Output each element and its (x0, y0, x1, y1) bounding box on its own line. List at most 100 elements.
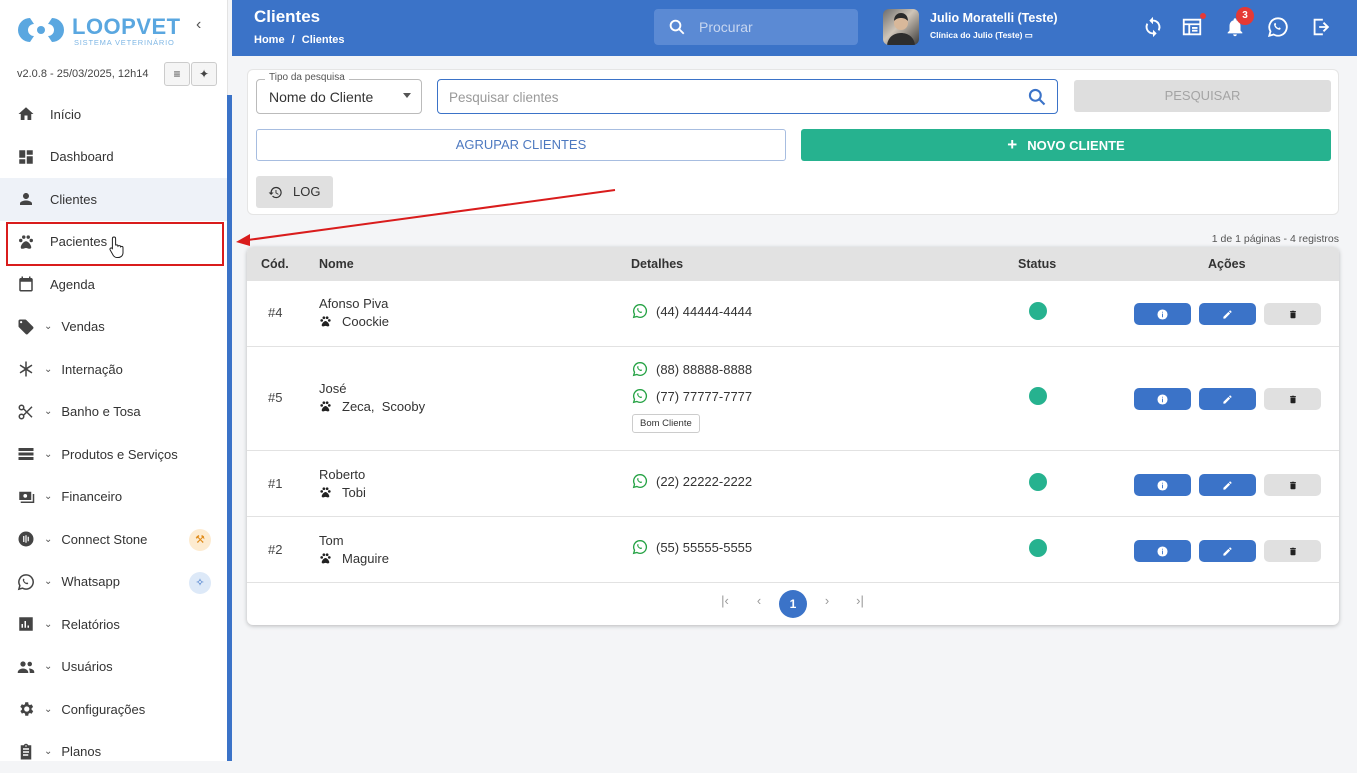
chart-icon (16, 614, 36, 634)
edit-button[interactable] (1199, 303, 1256, 325)
search-button[interactable]: PESQUISAR (1074, 80, 1331, 112)
row-code: #4 (268, 305, 282, 320)
delete-button[interactable] (1264, 474, 1321, 496)
row-phone[interactable]: (88) 88888-8888 (632, 361, 752, 377)
sidebar-item-clientes[interactable]: Clientes (0, 178, 227, 221)
client-tag: Bom Cliente (632, 414, 700, 433)
sidebar-item-planos[interactable]: ⌄ Planos (0, 731, 227, 773)
sidebar-item-relatorios[interactable]: ⌄ Relatórios (0, 603, 227, 646)
info-icon (1157, 480, 1168, 491)
search-icon[interactable] (1027, 87, 1047, 107)
sidebar-item-dashboard[interactable]: Dashboard (0, 136, 227, 179)
info-button[interactable] (1134, 540, 1191, 562)
sidebar-item-label: Planos (61, 744, 101, 759)
delete-button[interactable] (1264, 540, 1321, 562)
pencil-icon (1222, 546, 1233, 557)
row-code: #5 (268, 390, 282, 405)
sidebar-item-connect-stone[interactable]: ⌄ Connect Stone ⚒ (0, 518, 227, 561)
asterisk-icon (16, 359, 36, 379)
table-row[interactable]: #5 José Zeca, Scooby (88) 88888-8888 (77… (247, 347, 1339, 451)
row-name[interactable]: José (319, 381, 346, 396)
row-name[interactable]: Afonso Piva (319, 296, 388, 311)
prev-page-icon[interactable]: ‹ (749, 593, 769, 608)
col-nome[interactable]: Nome (319, 257, 354, 271)
new-client-button[interactable]: +NOVO CLIENTE (801, 129, 1331, 161)
sidebar-item-banho-tosa[interactable]: ⌄ Banho e Tosa (0, 391, 227, 434)
sidebar-item-whatsapp[interactable]: ⌄ Whatsapp ✧ (0, 561, 227, 604)
row-phone[interactable]: (44) 44444-4444 (632, 303, 752, 319)
loopvet-logo[interactable]: LOOPVET SISTEMA VETERINÁRIO (16, 14, 186, 48)
status-active-indicator (1029, 473, 1047, 491)
sidebar-item-inicio[interactable]: Início (0, 93, 227, 136)
client-search-placeholder: Pesquisar clientes (449, 90, 559, 105)
chevron-down-icon: ⌄ (44, 704, 52, 715)
brand-tagline: SISTEMA VETERINÁRIO (74, 38, 175, 47)
table-row[interactable]: #4 Afonso Piva Coockie (44) 44444-4444 (247, 281, 1339, 347)
first-page-icon[interactable]: |‹ (715, 593, 735, 608)
sidebar-item-produtos-servicos[interactable]: ⌄ Produtos e Serviços (0, 433, 227, 476)
chevron-down-icon: ⌄ (44, 406, 52, 417)
sidebar-item-vendas[interactable]: ⌄ Vendas (0, 306, 227, 349)
sync-icon[interactable] (1142, 16, 1164, 38)
party-badge-icon: ✧ (189, 572, 211, 594)
col-cod[interactable]: Cód. (261, 257, 289, 271)
row-phone[interactable]: (22) 22222-2222 (632, 473, 752, 489)
sidebar-item-internacao[interactable]: ⌄ Internação (0, 348, 227, 391)
search-icon (668, 18, 686, 36)
sidebar-item-financeiro[interactable]: ⌄ Financeiro (0, 476, 227, 519)
version-text: v2.0.8 - 25/03/2025, 12h14 (17, 68, 149, 80)
table-row[interactable]: #2 Tom Maguire (55) 55555-5555 (247, 517, 1339, 583)
delete-button[interactable] (1264, 303, 1321, 325)
col-status: Status (1018, 257, 1056, 271)
pagination: |‹ ‹ 1 › ›| (247, 587, 1339, 621)
global-search-input[interactable]: Procurar (654, 9, 858, 45)
row-phone[interactable]: (55) 55555-5555 (632, 539, 752, 555)
whatsapp-icon[interactable] (1267, 16, 1289, 38)
dropdown-arrow-icon (403, 93, 411, 98)
pet-names[interactable]: Zeca, Scooby (342, 399, 425, 414)
row-name[interactable]: Roberto (319, 467, 365, 482)
last-page-icon[interactable]: ›| (850, 593, 870, 608)
sidebar-scrollbar[interactable] (227, 95, 232, 761)
search-type-select[interactable]: Tipo da pesquisa Nome do Cliente (256, 79, 422, 114)
row-name[interactable]: Tom (319, 533, 344, 548)
info-button[interactable] (1134, 303, 1191, 325)
table-row[interactable]: #1 Roberto Tobi (22) 22222-2222 (247, 451, 1339, 517)
status-active-indicator (1029, 539, 1047, 557)
next-page-icon[interactable]: › (817, 593, 837, 608)
avatar[interactable] (883, 9, 919, 45)
breadcrumb-home[interactable]: Home (254, 34, 285, 46)
collapse-sidebar-icon[interactable]: ‹ (196, 16, 201, 34)
menu-lines-button[interactable]: ≡ (164, 62, 190, 86)
ai-sparkle-button[interactable]: ✦ (191, 62, 217, 86)
info-button[interactable] (1134, 388, 1191, 410)
pet-names[interactable]: Coockie (342, 314, 389, 329)
trash-icon (1288, 480, 1298, 491)
user-name[interactable]: Julio Moratelli (Teste) (930, 11, 1058, 25)
chevron-down-icon: ⌄ (44, 449, 52, 460)
phone-number: (22) 22222-2222 (656, 474, 752, 489)
breadcrumb: Home / Clientes (254, 34, 345, 46)
edit-button[interactable] (1199, 540, 1256, 562)
group-clients-button[interactable]: AGRUPAR CLIENTES (256, 129, 786, 161)
sidebar-item-usuarios[interactable]: ⌄ Usuários (0, 646, 227, 689)
log-button[interactable]: LOG (256, 176, 333, 208)
pencil-icon (1222, 480, 1233, 491)
clinic-name[interactable]: Clínica do Julio (Teste) ▭ (930, 30, 1033, 41)
client-search-input[interactable]: Pesquisar clientes (437, 79, 1058, 114)
sidebar-item-agenda[interactable]: Agenda (0, 263, 227, 306)
logout-icon[interactable] (1310, 16, 1332, 38)
edit-button[interactable] (1199, 474, 1256, 496)
delete-button[interactable] (1264, 388, 1321, 410)
page-button-current[interactable]: 1 (779, 590, 807, 618)
chevron-down-icon: ⌄ (44, 491, 52, 502)
chevron-down-icon: ⌄ (44, 661, 52, 672)
info-button[interactable] (1134, 474, 1191, 496)
pet-names[interactable]: Maguire (342, 551, 389, 566)
sidebar-item-configuracoes[interactable]: ⌄ Configurações (0, 688, 227, 731)
row-phone[interactable]: (77) 77777-7777 (632, 388, 752, 404)
users-icon (16, 657, 36, 677)
edit-button[interactable] (1199, 388, 1256, 410)
pet-names[interactable]: Tobi (342, 485, 366, 500)
news-icon[interactable] (1181, 16, 1203, 38)
